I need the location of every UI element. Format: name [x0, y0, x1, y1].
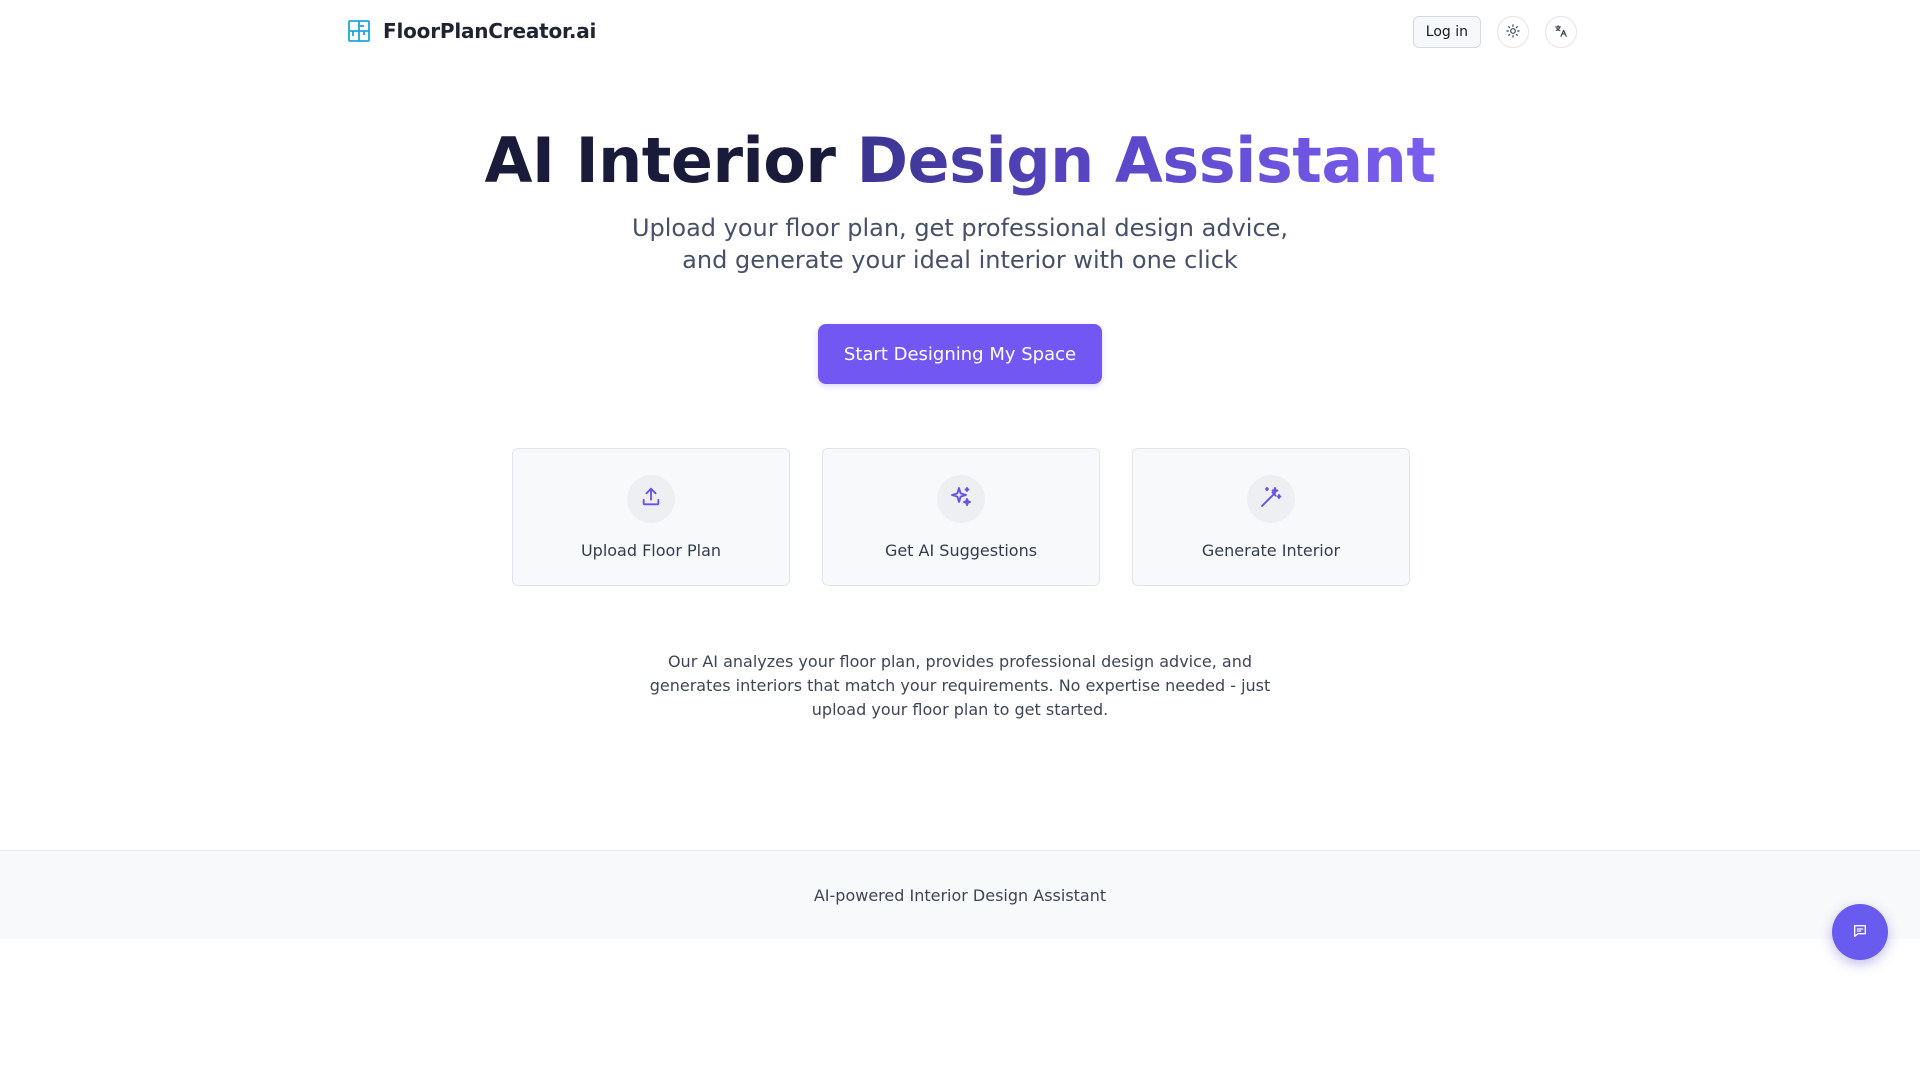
- login-button[interactable]: Log in: [1412, 16, 1481, 48]
- feature-label: Generate Interior: [1201, 541, 1341, 560]
- chat-icon: [1852, 923, 1868, 942]
- cta-container: Start Designing My Space: [0, 324, 1920, 384]
- hero-title-part2: Design Assistant: [856, 124, 1436, 197]
- description-section: Our AI analyzes your floor plan, provide…: [0, 650, 1920, 722]
- top-navbar: FloorPlanCreator.ai Log in: [0, 0, 1920, 64]
- feature-label: Upload Floor Plan: [580, 541, 722, 560]
- chat-button[interactable]: [1832, 904, 1888, 960]
- feature-card-ai-suggestions: Get AI Suggestions: [822, 448, 1100, 586]
- language-button[interactable]: [1545, 16, 1577, 48]
- feature-card-upload: Upload Floor Plan: [512, 448, 790, 586]
- feature-cards: Upload Floor Plan Get AI Suggestions Gen…: [512, 448, 1410, 586]
- description-text: Our AI analyzes your floor plan, provide…: [649, 652, 1271, 719]
- theme-toggle-button[interactable]: [1497, 16, 1529, 48]
- start-designing-button[interactable]: Start Designing My Space: [818, 324, 1102, 384]
- page: FloorPlanCreator.ai Log in AI Interior D…: [0, 0, 1920, 1080]
- feature-icon-wrapper: [627, 475, 675, 523]
- upload-icon: [640, 486, 662, 512]
- hero-title: AI Interior Design Assistant: [0, 122, 1920, 200]
- feature-card-generate-interior: Generate Interior: [1132, 448, 1410, 586]
- footer: AI-powered Interior Design Assistant: [0, 850, 1920, 939]
- hero-title-part1: AI Interior: [484, 124, 836, 197]
- floor-plan-grid-icon: [347, 19, 371, 43]
- sun-icon: [1506, 23, 1520, 41]
- brand[interactable]: FloorPlanCreator.ai: [347, 19, 596, 43]
- header-actions: Log in: [1412, 16, 1577, 48]
- hero-subtitle-line1: Upload your floor plan, get professional…: [631, 214, 1289, 242]
- hero-subtitle-line2: and generate your ideal interior with on…: [682, 246, 1238, 274]
- sparkles-icon: [949, 485, 973, 513]
- feature-label: Get AI Suggestions: [884, 541, 1038, 560]
- footer-text: AI-powered Interior Design Assistant: [813, 885, 1107, 905]
- feature-icon-wrapper: [1247, 475, 1295, 523]
- hero-subtitle: Upload your floor plan, get professional…: [0, 212, 1920, 276]
- brand-name: FloorPlanCreator.ai: [383, 19, 597, 43]
- feature-icon-wrapper: [937, 475, 985, 523]
- magic-wand-icon: [1259, 485, 1283, 513]
- translate-icon: [1554, 24, 1568, 41]
